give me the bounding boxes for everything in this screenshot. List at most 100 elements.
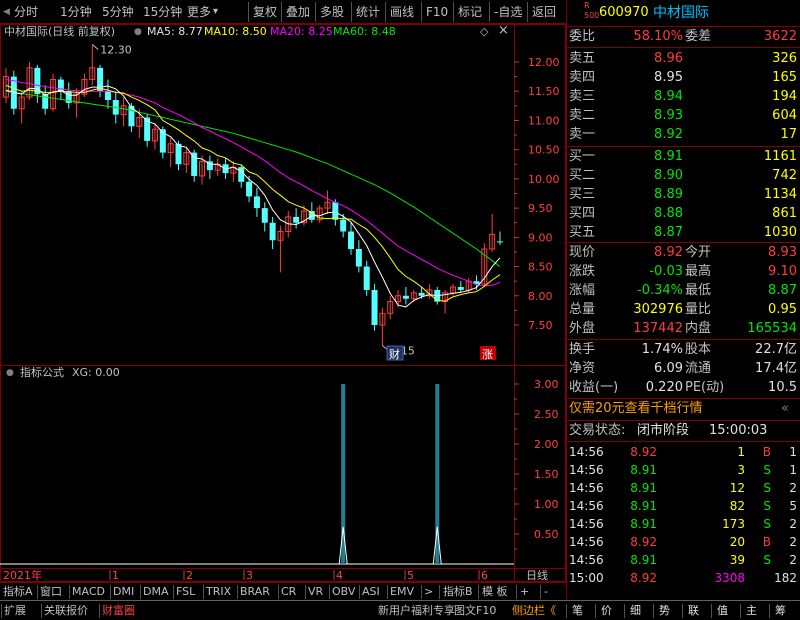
- toolbar-separator: [385, 2, 386, 22]
- bid-volume: 1134: [763, 187, 797, 202]
- indicator-tab-4[interactable]: DMA: [143, 584, 169, 600]
- toolbar-right-item-3[interactable]: 统计: [356, 4, 380, 20]
- more-chevron-icon[interactable]: ▾: [213, 4, 218, 20]
- tab-separator: [37, 585, 38, 599]
- ask-price: 8.95: [654, 70, 683, 85]
- indicator-tab-10[interactable]: OBV: [332, 584, 355, 600]
- tick-time: 14:56: [569, 535, 604, 549]
- stat-value: 8.87: [768, 283, 797, 298]
- stat-label: 今开: [685, 245, 712, 260]
- toolbar-item-1[interactable]: 1分钟: [60, 4, 92, 20]
- fundamental-label: PE(动): [685, 380, 725, 395]
- toolbar-right-item-5[interactable]: F10: [426, 4, 448, 20]
- indicator-tab-11[interactable]: ASI: [362, 584, 380, 600]
- bid-row: 买二 8.90 742: [567, 167, 800, 185]
- tick-row: 15:00 8.92 3308 182: [567, 569, 800, 587]
- stat-label: 涨幅: [569, 283, 596, 298]
- tab-separator: [329, 585, 330, 599]
- tab-separator: [540, 585, 541, 599]
- indicator-tab-right-3[interactable]: -: [544, 584, 548, 600]
- tick-count: 2: [789, 535, 797, 549]
- toolbar-item-2[interactable]: 5分钟: [102, 4, 134, 20]
- candle-body: [371, 289, 378, 325]
- promo-link[interactable]: 仅需20元查看千档行情 «: [567, 400, 800, 418]
- status-right-0[interactable]: 新用户福利专享: [378, 603, 455, 619]
- indicator-tab-2[interactable]: MACD: [72, 584, 105, 600]
- ask-price: 8.94: [654, 89, 683, 104]
- panel-tab-0[interactable]: 笔: [572, 603, 583, 619]
- panel-tab-5[interactable]: 值: [717, 603, 728, 619]
- ind-tick-label: 1.50: [534, 468, 559, 481]
- indicator-tab-6[interactable]: TRIX: [206, 584, 231, 600]
- promo-text[interactable]: 仅需20元查看千档行情: [569, 400, 703, 418]
- tick-count: 2: [789, 481, 797, 495]
- toolbar-right-item-0[interactable]: 复权: [253, 4, 277, 20]
- tick-price: 8.91: [630, 553, 657, 567]
- ask-label: 卖五: [569, 51, 596, 66]
- fundamental-value: 1.74%: [641, 342, 683, 357]
- toolbar-item-3[interactable]: 15分钟: [143, 4, 182, 20]
- candle-body: [175, 143, 182, 165]
- panel-tab-7[interactable]: 筹: [775, 603, 786, 619]
- status-left-1[interactable]: 关联报价: [44, 603, 88, 619]
- y-tick-label: 9.00: [528, 231, 553, 244]
- tick-price: 8.91: [630, 463, 657, 477]
- y-tick-label: 8.00: [528, 290, 553, 303]
- candle-body: [269, 222, 276, 241]
- indicator-tab-right-2[interactable]: +: [520, 584, 529, 600]
- status-right-2[interactable]: 侧边栏《: [512, 603, 556, 619]
- tick-time: 14:56: [569, 445, 604, 459]
- stat-row: 涨跌 -0.03 最高 9.10: [567, 263, 800, 281]
- indicator-tab-1[interactable]: 窗口: [40, 584, 62, 600]
- panel-tab-separator: [653, 604, 654, 618]
- indicator-tab-8[interactable]: CR: [281, 584, 296, 600]
- tick-volume: 173: [722, 517, 745, 531]
- indicator-settings-icon[interactable]: ●: [6, 366, 14, 380]
- tick-direction: S: [763, 481, 771, 495]
- toolbar-right-item-6[interactable]: 标记: [458, 4, 482, 20]
- status-left-0[interactable]: 扩展: [4, 603, 26, 619]
- toolbar-right-item-4[interactable]: 画线: [390, 4, 414, 20]
- promo-chevron-icon[interactable]: «: [781, 400, 789, 418]
- fundamental-value: 6.09: [654, 361, 683, 376]
- status-right-1[interactable]: 图文F10: [454, 603, 496, 619]
- indicator-tab-3[interactable]: DMI: [113, 584, 134, 600]
- status-separator: [1, 604, 2, 618]
- r-badge: R: [584, 1, 590, 10]
- stat-value: -0.03: [649, 264, 683, 279]
- tick-row: 14:56 8.92 1 B 1: [567, 443, 800, 461]
- fundamental-value: 22.7亿: [755, 342, 797, 357]
- toolbar-right-item-1[interactable]: 叠加: [286, 4, 310, 20]
- diamond-icon[interactable]: ◇: [480, 25, 488, 39]
- ask-volume: 17: [780, 127, 797, 142]
- ma60-line: [5, 90, 501, 267]
- panel-tab-6[interactable]: 主: [746, 603, 757, 619]
- indicator-tab-9[interactable]: VR: [308, 584, 323, 600]
- toolbar-item-4[interactable]: 更多: [187, 4, 211, 20]
- fundamental-label: 收益(一): [569, 380, 619, 395]
- panel-tab-2[interactable]: 细: [630, 603, 641, 619]
- indicator-tab-right-1[interactable]: 模 板: [482, 584, 508, 600]
- chart-canvas[interactable]: 12.0011.5011.0010.5010.009.509.008.508.0…: [0, 24, 566, 582]
- panel-tab-3[interactable]: 势: [659, 603, 670, 619]
- settings-dot-icon[interactable]: ●: [134, 25, 142, 39]
- panel-tab-4[interactable]: 联: [688, 603, 699, 619]
- tick-time: 14:56: [569, 463, 604, 477]
- indicator-tab-12[interactable]: EMV: [390, 584, 414, 600]
- indicator-tab-0[interactable]: 指标A: [3, 584, 33, 600]
- toolbar-item-0[interactable]: 分时: [14, 4, 38, 20]
- indicator-tab-right-0[interactable]: 指标B: [443, 584, 473, 600]
- indicator-tab-13[interactable]: >: [424, 584, 433, 600]
- indicator-tab-5[interactable]: FSL: [176, 584, 195, 600]
- toolbar-right-item-8[interactable]: 返回: [532, 4, 556, 20]
- x-tick-label: 6: [481, 569, 488, 582]
- status-left-2[interactable]: 财富圈: [102, 603, 135, 619]
- toolbar-right-item-2[interactable]: 多股: [320, 4, 344, 20]
- y-tick-label: 11.00: [528, 114, 560, 127]
- panel-tab-1[interactable]: 价: [601, 603, 612, 619]
- toolbar-right-item-7[interactable]: -自选: [494, 4, 522, 20]
- close-icon[interactable]: ×: [498, 24, 509, 38]
- indicator-tab-7[interactable]: BRAR: [240, 584, 270, 600]
- nav-arrow-icon[interactable]: ◀: [3, 4, 10, 20]
- tab-separator: [237, 585, 238, 599]
